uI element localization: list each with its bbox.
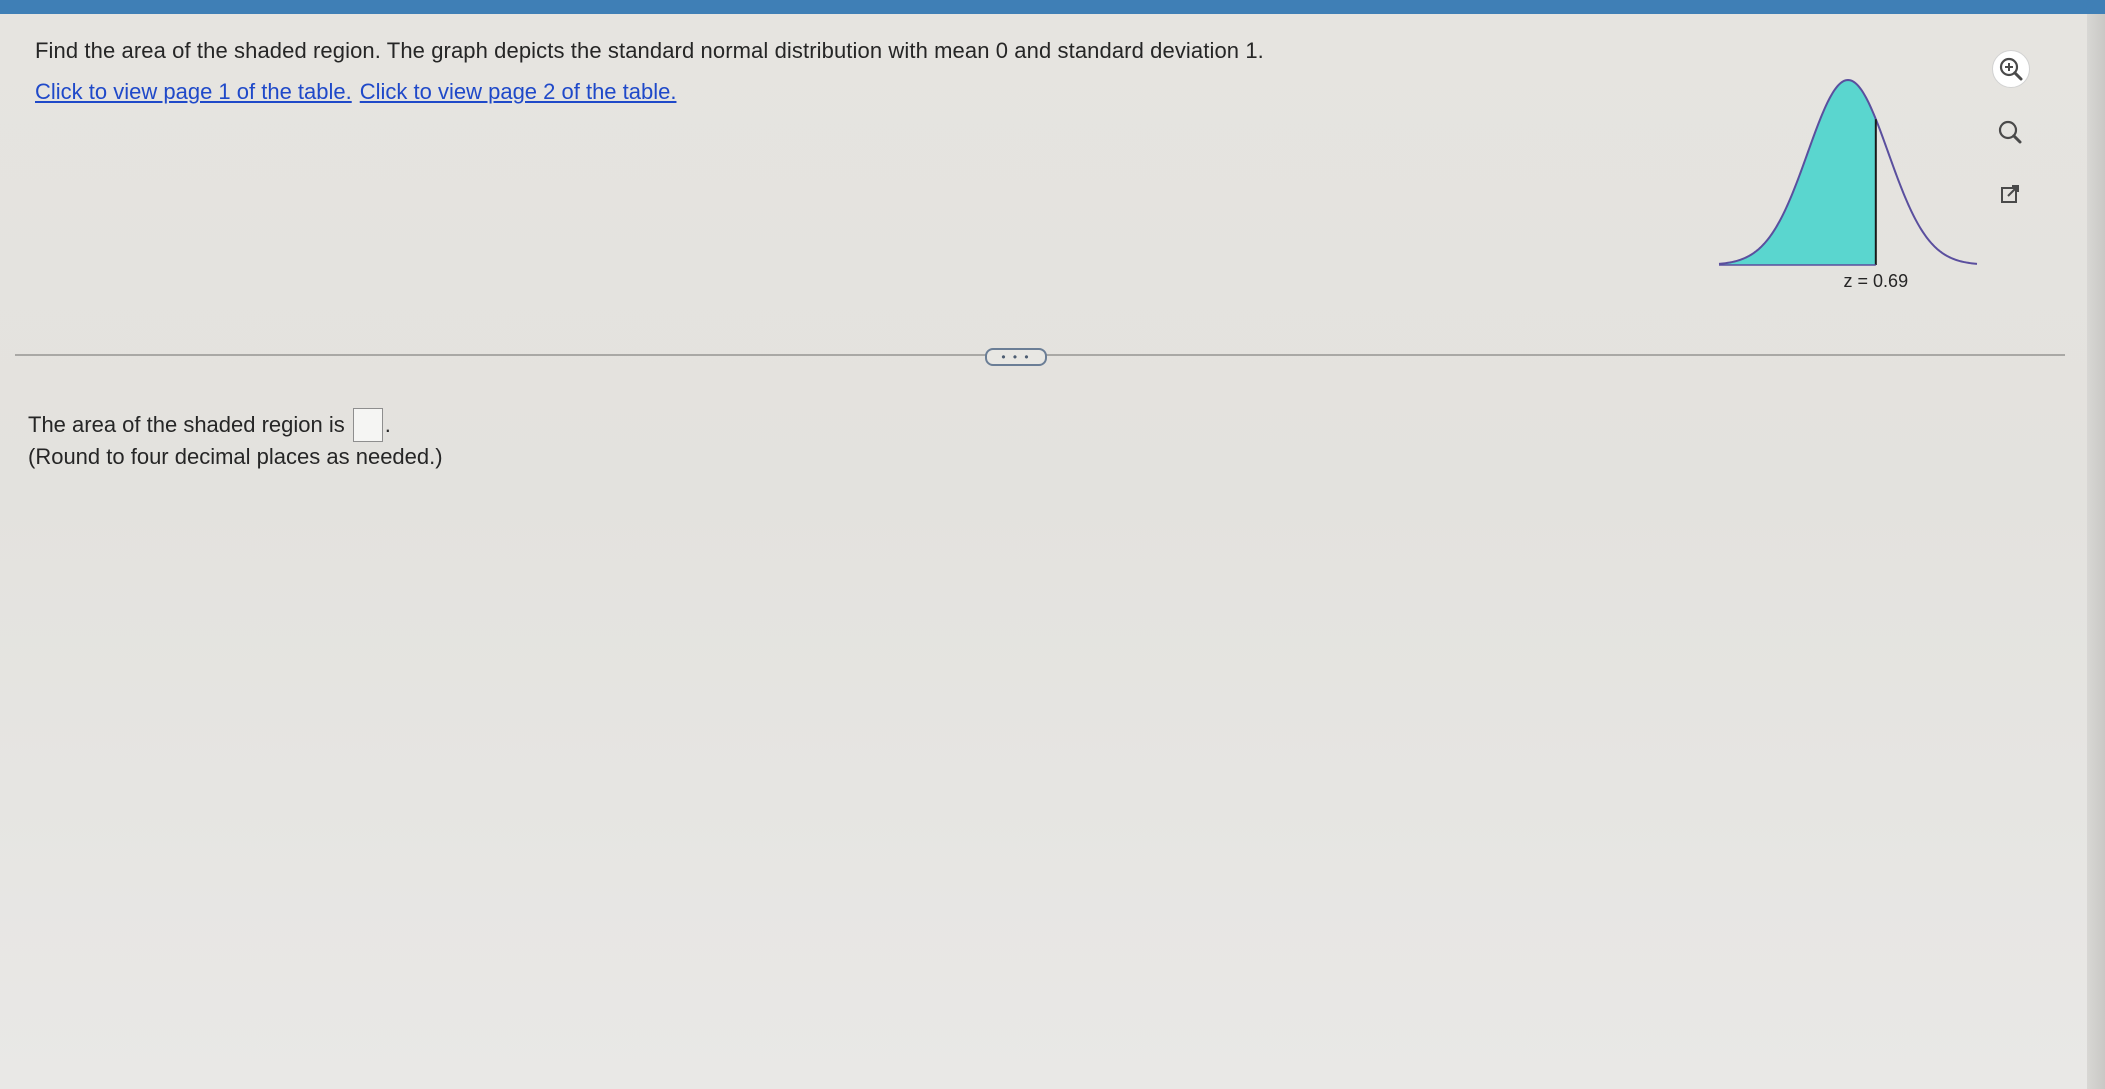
table-page-1-link[interactable]: Click to view page 1 of the table.	[35, 79, 352, 104]
top-bar	[0, 0, 2105, 14]
zoom-in-icon	[1999, 57, 2023, 81]
zoom-in-button[interactable]	[1992, 50, 2030, 88]
shaded-region	[1719, 80, 1876, 265]
answer-prompt: The area of the shaded region is	[28, 412, 345, 437]
popout-icon	[2001, 185, 2019, 203]
graph-tools	[1992, 50, 2032, 238]
question-text: Find the area of the shaded region. The …	[35, 38, 1264, 63]
table-links: Click to view page 1 of the table. Click …	[35, 79, 684, 105]
expand-more-button[interactable]: • • •	[985, 348, 1047, 366]
popout-button[interactable]	[1992, 176, 2028, 212]
answer-line: The area of the shaded region is .	[28, 408, 391, 442]
zoom-out-button[interactable]	[1992, 114, 2028, 150]
zoom-out-icon	[1998, 120, 2022, 144]
answer-input[interactable]	[352, 408, 383, 442]
rounding-instructions: (Round to four decimal places as needed.…	[28, 444, 443, 469]
z-label: z = 0.69	[1844, 271, 1909, 291]
table-page-2-link[interactable]: Click to view page 2 of the table.	[360, 79, 677, 104]
normal-distribution-graph: z = 0.69	[1718, 78, 1978, 291]
page-edge	[2087, 14, 2105, 1089]
answer-suffix: .	[384, 412, 391, 437]
